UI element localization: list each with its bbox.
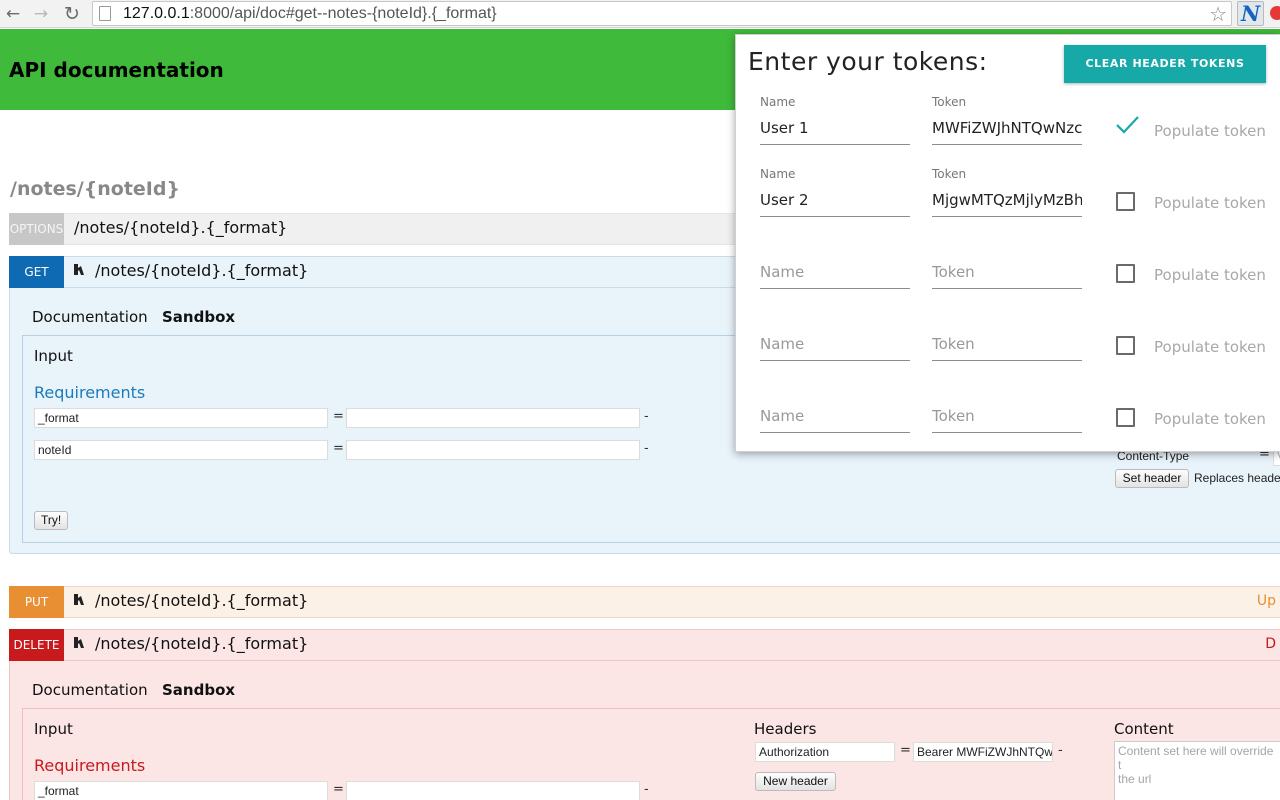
back-arrow-icon[interactable]: ← [2,3,24,25]
clear-header-tokens-button[interactable]: CLEAR HEADER TOKENS [1064,45,1266,83]
page-icon [99,6,111,21]
new-header-button[interactable]: New header [755,772,836,791]
browser-toolbar: ← → ↻ 127.0.0.1:8000/api/doc#get--notes-… [0,0,1280,28]
token-small-label: Token [932,95,967,109]
token-row: Name Token Populate token [736,311,1280,381]
populate-token-checkbox[interactable] [1116,408,1135,427]
equals-sign: = [333,441,344,456]
token-value-input[interactable]: MWFiZWJhNTQwNzcx [932,113,1082,145]
param-value-field[interactable] [346,781,640,800]
token-value-input[interactable]: Token [932,401,1082,433]
reload-icon[interactable]: ↻ [61,3,83,25]
page-title: API documentation [9,58,224,82]
route-description: D [1265,636,1276,652]
populate-token-label[interactable]: Populate token [1154,194,1266,212]
extension-red-icon[interactable] [1270,6,1280,20]
sandbox-form: Input Requirements _format = - Headers A… [22,708,1280,800]
header-name-field[interactable]: Authorization [755,742,895,762]
input-heading: Input [34,720,73,738]
bookmark-star-icon[interactable]: ☆ [1209,2,1227,26]
name-small-label: Name [760,95,796,109]
token-value-input[interactable]: Token [932,329,1082,361]
token-row: Name Token User 1 MWFiZWJhNTQwNzcx Popul… [736,95,1280,165]
token-name-input[interactable]: Name [760,257,910,289]
method-badge-options: OPTIONS [9,213,64,245]
route-put[interactable]: PUT /notes/{noteId}.{_format} Up [9,586,1280,618]
auth-lock-icon [74,637,84,648]
token-row: Name Token User 2 MjgwMTQzMjlyMzBh Popul… [736,167,1280,237]
try-button[interactable]: Try! [34,511,68,530]
populate-token-checkbox[interactable] [1116,264,1135,283]
route-path[interactable]: /notes/{noteId}.{_format} [95,634,308,653]
token-extension-button[interactable]: N [1237,1,1264,26]
tab-documentation[interactable]: Documentation [32,308,148,326]
replaces-header-note: Replaces heade [1194,471,1280,485]
forward-arrow-icon[interactable]: → [30,3,52,25]
equals-sign: = [333,782,344,797]
auth-lock-icon [74,264,84,275]
token-row: Name Token Populate token [736,383,1280,453]
param-name-field[interactable]: _format [34,408,328,428]
populate-token-checkbox[interactable] [1116,336,1135,355]
tab-documentation[interactable]: Documentation [32,681,148,699]
route-path[interactable]: /notes/{noteId}.{_format} [95,591,308,610]
param-value-field[interactable] [346,408,640,428]
token-name-input[interactable]: User 1 [760,113,910,145]
equals-sign: = [900,743,911,758]
populate-token-label[interactable]: Populate token [1154,122,1266,140]
param-value-field[interactable] [346,440,640,460]
route-delete[interactable]: DELETE /notes/{noteId}.{_format} D [9,629,1280,661]
content-placeholder: Content set here will override t [1118,744,1274,772]
set-header-button[interactable]: Set header [1115,469,1189,488]
token-row: Name Token Populate token [736,239,1280,309]
address-bar[interactable]: 127.0.0.1:8000/api/doc#get--notes-{noteI… [92,1,1232,26]
param-name-field[interactable]: noteId [34,440,328,460]
method-badge-delete: DELETE [9,629,64,661]
url-text: 127.0.0.1:8000/api/doc#get--notes-{noteI… [123,5,497,22]
token-value-input[interactable]: Token [932,257,1082,289]
token-name-input[interactable]: Name [760,329,910,361]
delete-sandbox-panel: Documentation Sandbox Input Requirements… [9,661,1280,800]
token-value-input[interactable]: MjgwMTQzMjlyMzBh [932,185,1082,217]
dash-sign: - [644,409,649,424]
content-placeholder: the url [1118,772,1152,786]
token-name-input[interactable]: User 2 [760,185,910,217]
tab-sandbox[interactable]: Sandbox [162,308,235,326]
requirements-heading: Requirements [34,756,146,775]
route-path[interactable]: /notes/{noteId}.{_format} [95,261,308,280]
header-value-field[interactable]: Bearer MWFiZWJhNTQw [913,742,1053,762]
method-badge-get: GET [9,256,64,288]
token-popup: Enter your tokens: CLEAR HEADER TOKENS N… [735,34,1280,452]
dash-sign: - [644,441,649,456]
requirements-heading: Requirements [34,383,146,402]
route-path[interactable]: /notes/{noteId}.{_format} [74,218,287,237]
input-heading: Input [34,347,73,365]
populate-token-label[interactable]: Populate token [1154,338,1266,356]
name-small-label: Name [760,167,796,181]
tab-sandbox[interactable]: Sandbox [162,681,235,699]
content-heading: Content [1114,720,1174,738]
dash-sign: - [644,782,649,797]
extension-logo-icon: N [1241,1,1261,26]
method-badge-put: PUT [9,586,64,618]
resource-section-title: /notes/{noteId} [10,178,181,200]
equals-sign: = [333,409,344,424]
checkmark-icon[interactable] [1114,113,1140,137]
param-name-field[interactable]: _format [34,781,328,800]
popup-title: Enter your tokens: [748,47,988,76]
populate-token-checkbox[interactable] [1116,192,1135,211]
token-name-input[interactable]: Name [760,401,910,433]
content-textarea[interactable]: Content set here will override t the url [1114,741,1280,800]
route-description: Up [1256,593,1276,609]
auth-lock-icon [74,594,84,605]
populate-token-label[interactable]: Populate token [1154,266,1266,284]
token-small-label: Token [932,167,967,181]
dash-sign: - [1058,743,1063,758]
headers-heading: Headers [754,720,817,738]
populate-token-label[interactable]: Populate token [1154,410,1266,428]
